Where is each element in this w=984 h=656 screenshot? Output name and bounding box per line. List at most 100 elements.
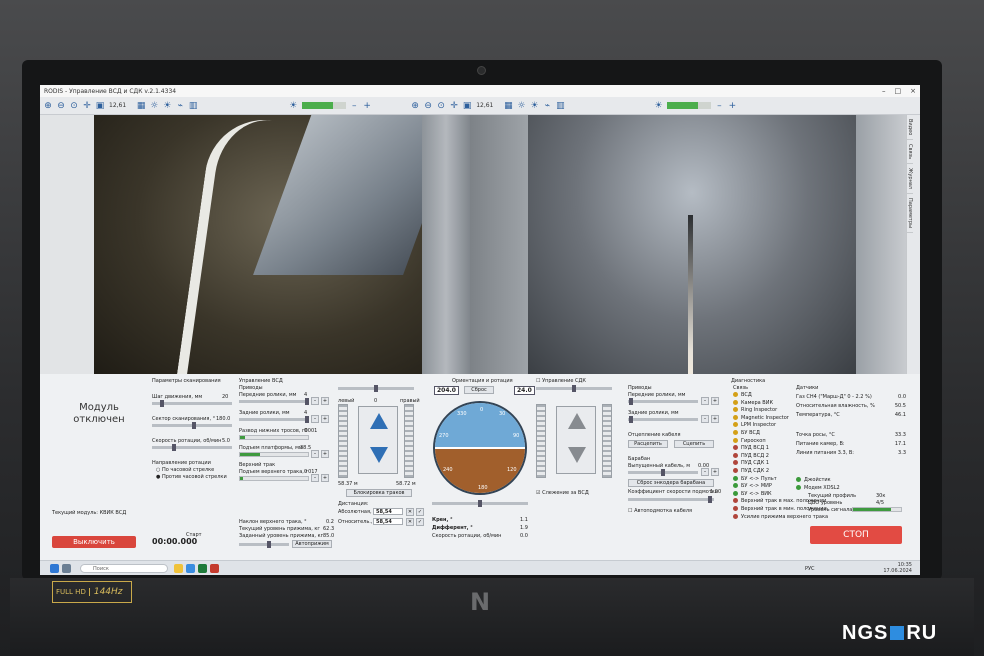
feed-slider[interactable] (628, 496, 714, 503)
vsd-rear-plus[interactable]: + (321, 415, 329, 423)
plus-icon[interactable]: + (362, 101, 372, 111)
sdk-title-checkbox[interactable]: ☐ Управление СДК (536, 378, 586, 384)
sdk-front-minus[interactable]: – (701, 397, 709, 405)
vsd-upper-plus[interactable]: + (321, 474, 329, 482)
couple-button[interactable]: Сцепить (674, 440, 714, 448)
drum-reset-button[interactable]: Сброс энкодера барабана (628, 479, 714, 487)
crosshair-icon[interactable]: ✛ (82, 101, 92, 111)
light-2-right-icon[interactable]: ☀ (529, 101, 539, 111)
drum-minus[interactable]: – (701, 468, 709, 476)
widgets-icon[interactable] (62, 564, 71, 573)
excel-icon[interactable] (198, 564, 207, 573)
plus-right-icon[interactable]: + (727, 101, 737, 111)
vsd-platform-minus[interactable]: – (311, 450, 319, 458)
vsd-front-plus[interactable]: + (321, 397, 329, 405)
camera-feed-left[interactable] (94, 115, 422, 374)
zoom-out-right-icon[interactable]: ⊖ (423, 101, 433, 111)
video-divider[interactable] (470, 115, 528, 374)
sdk-rear-plus[interactable]: + (711, 415, 719, 423)
minus-right-icon[interactable]: – (714, 101, 724, 111)
side-tab-params[interactable]: Параметры (907, 194, 913, 234)
drum-slider[interactable] (628, 469, 698, 476)
zoom-in-icon[interactable]: ⊕ (43, 101, 53, 111)
vsd-rear-minus[interactable]: – (311, 415, 319, 423)
close-button[interactable]: × (910, 85, 916, 97)
press-slider[interactable] (239, 541, 289, 548)
side-tab-link[interactable]: Связь (907, 140, 913, 165)
brightness-bar-right[interactable] (667, 102, 712, 109)
minus-icon[interactable]: – (349, 101, 359, 111)
rotation-slider[interactable] (432, 500, 528, 507)
forward-arrow-icon[interactable] (370, 413, 388, 429)
vsd-front-minus[interactable]: – (311, 397, 319, 405)
maximize-button[interactable]: □ (895, 85, 902, 97)
side-tab-video[interactable]: Видео (907, 115, 913, 141)
vsd-upper-minus[interactable]: – (311, 474, 319, 482)
release-button[interactable]: Расцепить (628, 440, 668, 448)
zoom-fit-icon[interactable]: ⊙ (69, 101, 79, 111)
taskbar-search[interactable]: Поиск (80, 564, 168, 573)
vsd-rear-slider[interactable] (239, 416, 309, 423)
sdk-follow-checkbox[interactable]: ☑ Слежение за ВСД (536, 490, 589, 496)
right-track-gauge[interactable] (404, 404, 414, 478)
vsd-upper-bar[interactable] (239, 476, 309, 481)
zoom-out-icon[interactable]: ⊖ (56, 101, 66, 111)
grid-right-icon[interactable]: ▥ (555, 101, 565, 111)
vsd-front-slider[interactable] (239, 398, 309, 405)
stop-button[interactable]: СТОП (810, 526, 902, 544)
dir-cw-radio[interactable]: ○ По часовой стрелке (156, 467, 214, 473)
sdk-left-gauge[interactable] (536, 404, 546, 478)
camera-view-icon[interactable]: ▦ (136, 101, 146, 111)
lock-tracks-button[interactable]: Блокировка траков (346, 489, 412, 497)
zoom-in-right-icon[interactable]: ⊕ (410, 101, 420, 111)
cable-right-icon[interactable]: ⌁ (542, 101, 552, 111)
auto-press-button[interactable]: Автоприжим (292, 540, 332, 548)
side-tab-log[interactable]: Журнал (907, 164, 913, 195)
explorer-icon[interactable] (174, 564, 183, 573)
grid-icon[interactable]: ▥ (188, 101, 198, 111)
snapshot-icon[interactable]: ▣ (95, 101, 105, 111)
brightness-bar-left[interactable] (302, 102, 347, 109)
abs-close-icon[interactable]: ✕ (406, 508, 414, 516)
auto-wind-checkbox[interactable]: ☐ Автоподмотка кабеля (628, 508, 692, 514)
rel-check-icon[interactable]: ✓ (416, 518, 424, 526)
vsd-cable-bar[interactable] (239, 435, 309, 440)
camera-feed-right[interactable] (528, 115, 856, 374)
backward-arrow-icon[interactable] (370, 447, 388, 463)
rodis-app-icon[interactable] (210, 564, 219, 573)
reset-button[interactable]: Сброс (464, 386, 494, 394)
minimize-button[interactable]: – (882, 85, 886, 97)
lang-indicator[interactable]: РУС (805, 566, 815, 572)
left-track-gauge[interactable] (338, 404, 348, 478)
start-icon[interactable] (50, 564, 59, 573)
light-icon[interactable]: ☼ (149, 101, 159, 111)
vsd-platform-plus[interactable]: + (321, 450, 329, 458)
sdk-backward-arrow-icon[interactable] (568, 447, 586, 463)
snapshot-right-icon[interactable]: ▣ (462, 101, 472, 111)
speed-slider[interactable] (152, 444, 232, 451)
sdk-front-plus[interactable]: + (711, 397, 719, 405)
cable-icon[interactable]: ⌁ (175, 101, 185, 111)
zoom-fit-right-icon[interactable]: ⊙ (436, 101, 446, 111)
sector-slider[interactable] (152, 422, 232, 429)
rel-close-icon[interactable]: ✕ (406, 518, 414, 526)
drum-plus[interactable]: + (711, 468, 719, 476)
clock[interactable]: 10:35 17.06.2024 (883, 562, 912, 574)
step-slider[interactable] (152, 400, 232, 407)
light-right-icon[interactable]: ☼ (516, 101, 526, 111)
vsd-platform-bar[interactable] (239, 452, 309, 457)
crosshair-right-icon[interactable]: ✛ (449, 101, 459, 111)
sdk-rear-minus[interactable]: – (701, 415, 709, 423)
off-button[interactable]: Выключить (52, 536, 136, 548)
dir-ccw-radio[interactable]: ● Против часовой стрелки (156, 474, 227, 480)
speed-slider-top[interactable] (338, 385, 414, 392)
abs-check-icon[interactable]: ✓ (416, 508, 424, 516)
sdk-front-slider[interactable] (628, 398, 698, 405)
sdk-right-gauge[interactable] (602, 404, 612, 478)
sdk-rear-slider[interactable] (628, 416, 698, 423)
sdk-speed-slider[interactable] (536, 385, 612, 392)
camera-view-right-icon[interactable]: ▦ (503, 101, 513, 111)
browser-icon[interactable] (186, 564, 195, 573)
sdk-forward-arrow-icon[interactable] (568, 413, 586, 429)
light-2-icon[interactable]: ☀ (162, 101, 172, 111)
